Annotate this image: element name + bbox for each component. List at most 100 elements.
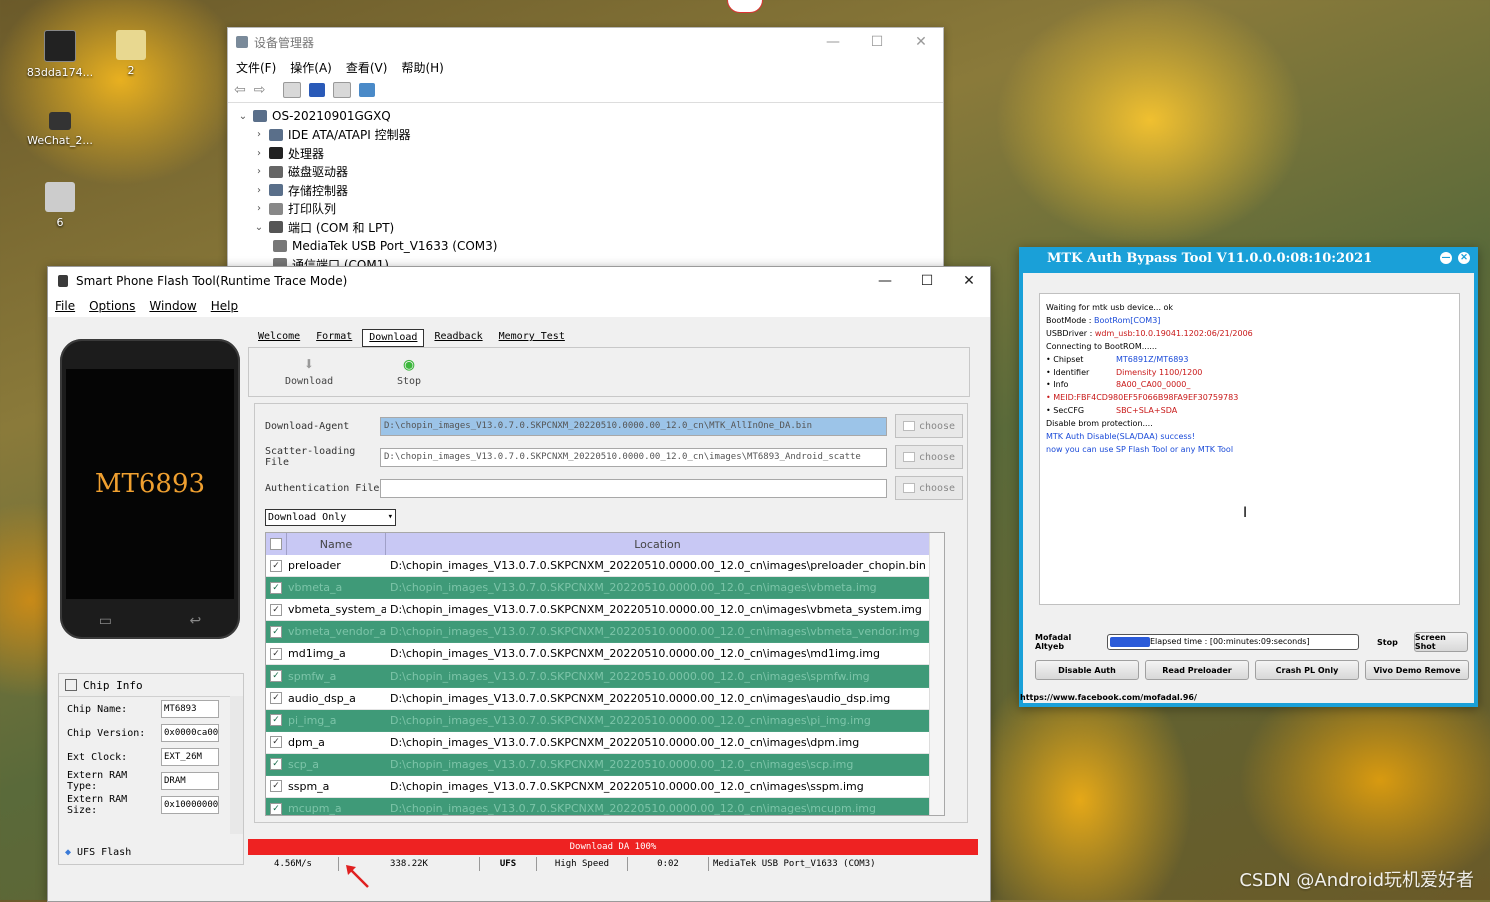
tab-download[interactable]: Download bbox=[362, 329, 425, 347]
row-checkbox[interactable]: ✓ bbox=[266, 802, 286, 815]
menu-file[interactable]: File bbox=[55, 299, 75, 313]
chip-name-field[interactable]: MT6893 bbox=[161, 700, 219, 718]
ufs-flash-item[interactable]: ◆ UFS Flash bbox=[65, 847, 131, 858]
tree-node-computer[interactable]: ⌄ OS-20210901GGXQ bbox=[236, 107, 943, 126]
vivo-demo-remove-button[interactable]: Vivo Demo Remove bbox=[1365, 660, 1469, 680]
close-button[interactable]: ✕ bbox=[899, 34, 943, 50]
menu-window[interactable]: Window bbox=[149, 299, 196, 313]
view-icon[interactable] bbox=[333, 82, 352, 98]
chevron-right-icon[interactable]: › bbox=[252, 203, 266, 214]
ram-type-field[interactable]: DRAM bbox=[161, 772, 219, 790]
properties-icon[interactable] bbox=[283, 82, 302, 98]
mtk-titlebar[interactable]: MTK Auth Bypass Tool V11.0.0.0:08:10:202… bbox=[1019, 247, 1478, 269]
tab-readback[interactable]: Readback bbox=[428, 329, 488, 345]
table-row[interactable]: ✓ md1img_a D:\chopin_images_V13.0.7.0.SKPC… bbox=[266, 643, 930, 666]
select-all-checkbox[interactable] bbox=[266, 533, 287, 555]
chip-version-field[interactable]: 0x0000ca00 bbox=[161, 724, 219, 742]
stop-button[interactable]: ◉ Stop bbox=[397, 354, 421, 387]
table-row[interactable]: ✓ spmfw_a D:\chopin_images_V13.0.7.0.SKPCN… bbox=[266, 665, 930, 688]
table-row[interactable]: ✓ vbmeta_system_a D:\chopin_images_V13.0.7… bbox=[266, 599, 930, 622]
table-row[interactable]: ✓ audio_dsp_a D:\chopin_images_V13.0.7.0.S… bbox=[266, 688, 930, 710]
crash-pl-button[interactable]: Crash PL Only bbox=[1255, 660, 1359, 680]
minimize-button[interactable]: — bbox=[811, 34, 855, 50]
tree-node-ide[interactable]: › IDE ATA/ATAPI 控制器 bbox=[236, 126, 943, 145]
table-row[interactable]: ✓ pi_img_a D:\chopin_images_V13.0.7.0.SKPC… bbox=[266, 709, 930, 732]
download-mode-select[interactable]: Download Only bbox=[265, 509, 396, 526]
tree-node-storage[interactable]: › 存储控制器 bbox=[236, 181, 943, 200]
download-agent-field[interactable]: D:\chopin_images_V13.0.7.0.SKPCNXM_20220… bbox=[380, 416, 887, 436]
auth-file-field[interactable] bbox=[380, 478, 887, 498]
chevron-right-icon[interactable]: › bbox=[252, 185, 266, 196]
minimize-button[interactable]: — bbox=[1440, 252, 1452, 264]
row-checkbox[interactable]: ✓ bbox=[266, 736, 286, 749]
table-row[interactable]: ✓ vbmeta_vendor_a D:\chopin_images_V13.0.7… bbox=[266, 621, 930, 644]
table-row[interactable]: ✓ dpm_a D:\chopin_images_V13.0.7.0.SKPCNXM… bbox=[266, 732, 930, 754]
chevron-down-icon[interactable]: ⌄ bbox=[252, 222, 266, 233]
table-scrollbar[interactable] bbox=[929, 533, 944, 815]
monitor-icon[interactable] bbox=[359, 83, 376, 97]
flash-tool-titlebar[interactable]: Smart Phone Flash Tool(Runtime Trace Mod… bbox=[48, 267, 990, 295]
device-manager-titlebar[interactable]: 设备管理器 — ☐ ✕ bbox=[228, 28, 943, 56]
disable-auth-button[interactable]: Disable Auth bbox=[1035, 660, 1139, 680]
row-checkbox[interactable]: ✓ bbox=[266, 780, 286, 793]
choose-scatter-button[interactable]: choose bbox=[895, 445, 963, 469]
column-name[interactable]: Name bbox=[287, 533, 386, 555]
table-row[interactable]: ✓ sspm_a D:\chopin_images_V13.0.7.0.SKPCNX… bbox=[266, 776, 930, 799]
row-checkbox[interactable]: ✓ bbox=[266, 581, 286, 594]
row-checkbox[interactable]: ✓ bbox=[266, 692, 286, 705]
forward-arrow-icon[interactable]: ⇨ bbox=[254, 82, 266, 98]
maximize-button[interactable]: ☐ bbox=[906, 273, 948, 289]
stop-button[interactable]: Stop bbox=[1377, 638, 1398, 647]
column-location[interactable]: Location bbox=[386, 533, 930, 555]
tab-welcome[interactable]: Welcome bbox=[252, 329, 306, 345]
table-row[interactable]: ✓ mcupm_a D:\chopin_images_V13.0.7.0.SKPCN… bbox=[266, 798, 930, 815]
screenshot-button[interactable]: Screen Shot bbox=[1413, 632, 1468, 652]
table-row[interactable]: ✓ scp_a D:\chopin_images_V13.0.7.0.SKPCNXM… bbox=[266, 753, 930, 776]
ext-clock-field[interactable]: EXT_26M bbox=[161, 748, 219, 766]
close-button[interactable]: ✕ bbox=[1458, 252, 1470, 264]
maximize-button[interactable]: ☐ bbox=[855, 34, 899, 50]
row-checkbox[interactable]: ✓ bbox=[266, 714, 286, 727]
chip-info-scrollbar[interactable] bbox=[230, 696, 243, 834]
row-checkbox[interactable]: ✓ bbox=[266, 647, 286, 660]
choose-auth-button[interactable]: choose bbox=[895, 476, 963, 500]
chevron-down-icon[interactable]: ⌄ bbox=[236, 111, 250, 122]
menu-view[interactable]: 查看(V) bbox=[346, 59, 388, 76]
menu-file[interactable]: 文件(F) bbox=[236, 59, 276, 76]
table-row[interactable]: ✓ preloader D:\chopin_images_V13.0.7.0.SKP… bbox=[266, 555, 930, 578]
chevron-right-icon[interactable]: › bbox=[252, 148, 266, 159]
table-row[interactable]: ✓ vbmeta_a D:\chopin_images_V13.0.7.0.SKPC… bbox=[266, 577, 930, 600]
download-button[interactable]: ⬇ Download bbox=[285, 354, 333, 387]
row-checkbox[interactable]: ✓ bbox=[266, 670, 286, 683]
tree-node-mediatek-port[interactable]: MediaTek USB Port_V1633 (COM3) bbox=[236, 237, 943, 256]
close-button[interactable]: ✕ bbox=[948, 273, 990, 289]
desktop-icon-file[interactable]: 83dda174... bbox=[25, 30, 95, 79]
desktop-icon-wechat[interactable]: WeChat_2... bbox=[25, 112, 95, 147]
menu-help[interactable]: 帮助(H) bbox=[401, 59, 443, 76]
scatter-file-field[interactable]: D:\chopin_images_V13.0.7.0.SKPCNXM_20220… bbox=[380, 447, 887, 467]
tree-node-processor[interactable]: › 处理器 bbox=[236, 144, 943, 163]
tree-node-print[interactable]: › 打印队列 bbox=[236, 200, 943, 219]
menu-action[interactable]: 操作(A) bbox=[290, 59, 332, 76]
back-arrow-icon[interactable]: ⇦ bbox=[234, 82, 246, 98]
help-icon[interactable] bbox=[309, 83, 326, 97]
ram-size-field[interactable]: 0x100000000 bbox=[161, 796, 219, 814]
chevron-right-icon[interactable]: › bbox=[252, 166, 266, 177]
tab-memory-test[interactable]: Memory Test bbox=[493, 329, 571, 345]
read-preloader-button[interactable]: Read Preloader bbox=[1145, 660, 1249, 680]
tree-node-ports[interactable]: ⌄ 端口 (COM 和 LPT) bbox=[236, 218, 943, 237]
row-checkbox[interactable]: ✓ bbox=[266, 603, 286, 616]
chevron-right-icon[interactable]: › bbox=[252, 129, 266, 140]
tree-node-disk[interactable]: › 磁盘驱动器 bbox=[236, 163, 943, 182]
choose-da-button[interactable]: choose bbox=[895, 414, 963, 438]
row-checkbox[interactable]: ✓ bbox=[266, 559, 286, 572]
row-checkbox[interactable]: ✓ bbox=[266, 758, 286, 771]
tab-format[interactable]: Format bbox=[310, 329, 358, 345]
facebook-link[interactable]: https://www.facebook.com/mofadal.96/ bbox=[1020, 693, 1197, 702]
desktop-icon-folder[interactable]: 2 bbox=[96, 30, 166, 77]
row-checkbox[interactable]: ✓ bbox=[266, 625, 286, 638]
minimize-button[interactable]: — bbox=[864, 273, 906, 289]
chip-info-header[interactable]: Chip Info bbox=[59, 674, 243, 697]
desktop-icon-6[interactable]: 6 bbox=[25, 182, 95, 229]
menu-options[interactable]: Options bbox=[89, 299, 135, 313]
